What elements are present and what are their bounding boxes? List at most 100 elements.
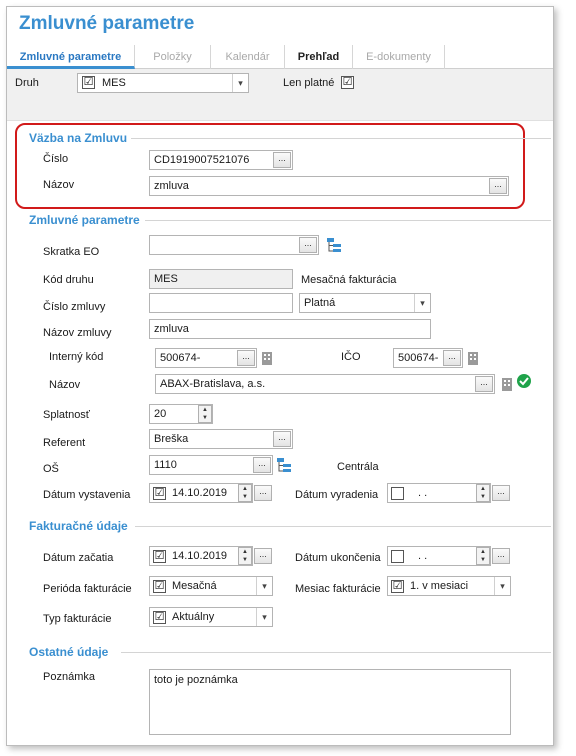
- spin-down-icon[interactable]: ▼: [477, 556, 489, 564]
- spin-down-icon[interactable]: ▼: [477, 493, 489, 501]
- chevron-down-icon[interactable]: ▾: [494, 577, 510, 595]
- referent-field[interactable]: Breška: [149, 429, 293, 449]
- druh-label: Druh: [15, 77, 39, 89]
- nazov-zmluvy-label: Názov zmluvy: [43, 327, 112, 339]
- skratka-label: Skratka EO: [43, 246, 100, 258]
- perioda-select[interactable]: Mesačná ▾: [149, 576, 273, 596]
- poznamka-textarea[interactable]: toto je poznámka: [149, 669, 511, 735]
- partner-nazov-browse-button[interactable]: ...: [475, 376, 493, 392]
- skratka-field[interactable]: [149, 235, 319, 255]
- vazba-cislo-browse-button[interactable]: ...: [273, 152, 291, 168]
- datum-zacatia-spinner[interactable]: ▲ ▼: [238, 547, 252, 565]
- referent-browse-button[interactable]: ...: [273, 431, 291, 447]
- zmluvne-divider: [145, 220, 551, 221]
- datum-vystavenia-calendar-button[interactable]: ...: [254, 485, 272, 501]
- perioda-checkbox[interactable]: ☑: [153, 580, 166, 593]
- kod-druhu-field: MES: [149, 269, 293, 289]
- datum-vystavenia-label: Dátum vystavenia: [43, 489, 131, 501]
- cislo-zmluvy-label: Číslo zmluvy: [43, 301, 106, 313]
- mesiac-label: Mesiac fakturácie: [295, 583, 381, 595]
- window-title: Zmluvné parametre: [19, 13, 195, 34]
- datum-vystavenia-checkbox[interactable]: ☑: [153, 487, 166, 500]
- vazba-cislo-field[interactable]: CD1919007521076: [149, 150, 293, 170]
- nazov-zmluvy-field[interactable]: zmluva: [149, 319, 431, 339]
- tab-zmluvne-parametre[interactable]: Zmluvné parametre: [7, 45, 135, 69]
- datum-ukoncenia-spinner[interactable]: ▲ ▼: [476, 547, 490, 565]
- mesiac-select[interactable]: 1. v mesiaci ▾: [387, 576, 511, 596]
- spin-down-icon[interactable]: ▼: [199, 414, 211, 422]
- partner-nazov-label: Názov: [49, 379, 81, 391]
- interny-kod-browse-button[interactable]: ...: [237, 350, 255, 366]
- tab-prehlad[interactable]: Prehľad: [285, 45, 353, 69]
- tab-kalendar[interactable]: Kalendár: [211, 45, 285, 69]
- druh-checkbox[interactable]: ☑: [82, 76, 95, 89]
- ostatne-group-title: Ostatné údaje: [29, 645, 109, 659]
- cislo-zmluvy-field[interactable]: [149, 293, 293, 313]
- mesiac-checkbox[interactable]: ☑: [391, 580, 404, 593]
- kod-druhu-desc: Mesačná fakturácia: [301, 274, 397, 286]
- druh-value: MES: [102, 77, 126, 89]
- stav-select[interactable]: Platná ▾: [299, 293, 431, 313]
- datum-zacatia-checkbox[interactable]: ☑: [153, 550, 166, 563]
- spin-down-icon[interactable]: ▼: [239, 556, 251, 564]
- perioda-label: Perióda fakturácie: [43, 583, 132, 595]
- datum-ukoncenia-label: Dátum ukončenia: [295, 552, 381, 564]
- spin-up-icon[interactable]: ▲: [477, 485, 489, 493]
- tree-icon[interactable]: [275, 456, 293, 474]
- datum-vyradenia-spinner[interactable]: ▲ ▼: [476, 484, 490, 502]
- vazba-nazov-label: Názov: [43, 179, 75, 191]
- interny-kod-label: Interný kód: [49, 351, 104, 363]
- datum-zacatia-calendar-button[interactable]: ...: [254, 548, 272, 564]
- vazba-group-title: Väzba na Zmluvu: [29, 131, 128, 145]
- len-platne-label: Len platné: [283, 77, 335, 89]
- datum-zacatia-label: Dátum začatia: [43, 552, 114, 564]
- datum-vyradenia-label: Dátum vyradenia: [295, 489, 379, 501]
- chevron-down-icon[interactable]: ▾: [256, 608, 272, 626]
- vazba-divider: [131, 138, 551, 139]
- fakturacne-group-title: Fakturačné údaje: [29, 519, 128, 533]
- chevron-down-icon[interactable]: ▾: [256, 577, 272, 595]
- len-platne-checkbox[interactable]: ☑: [341, 76, 354, 89]
- spin-up-icon[interactable]: ▲: [239, 548, 251, 556]
- spin-up-icon[interactable]: ▲: [239, 485, 251, 493]
- typ-checkbox[interactable]: ☑: [153, 611, 166, 624]
- filter-toolbar: Druh ☑ MES ▾ Len platné ☑: [7, 69, 553, 121]
- tree-icon[interactable]: [325, 236, 343, 254]
- datum-vyradenia-checkbox[interactable]: [391, 487, 404, 500]
- os-browse-button[interactable]: ...: [253, 457, 271, 473]
- os-desc: Centrála: [337, 461, 379, 473]
- typ-label: Typ fakturácie: [43, 613, 112, 625]
- chevron-down-icon[interactable]: ▾: [414, 294, 430, 312]
- datum-ukoncenia-checkbox[interactable]: [391, 550, 404, 563]
- splatnost-spinner[interactable]: ▲ ▼: [198, 405, 212, 423]
- tab-polozky[interactable]: Položky: [135, 45, 211, 69]
- zmluvne-group-title: Zmluvné parametre: [29, 213, 140, 227]
- os-label: OŠ: [43, 463, 59, 475]
- datum-vystavenia-spinner[interactable]: ▲ ▼: [238, 484, 252, 502]
- skratka-browse-button[interactable]: ...: [299, 237, 317, 253]
- tab-e-dokumenty[interactable]: E-dokumenty: [353, 45, 445, 69]
- verified-check-icon: [517, 374, 531, 388]
- vazba-nazov-field[interactable]: zmluva: [149, 176, 509, 196]
- ico-label: IČO: [341, 351, 361, 363]
- vazba-nazov-browse-button[interactable]: ...: [489, 178, 507, 194]
- splatnost-label: Splatnosť: [43, 409, 90, 421]
- tab-bar: Zmluvné parametre Položky Kalendár Prehľ…: [7, 45, 553, 69]
- typ-select[interactable]: Aktuálny ▾: [149, 607, 273, 627]
- referent-label: Referent: [43, 437, 86, 449]
- ico-browse-button[interactable]: ...: [443, 350, 461, 366]
- druh-select[interactable]: ☑ MES ▾: [77, 73, 249, 93]
- spin-down-icon[interactable]: ▼: [239, 493, 251, 501]
- partner-nazov-field[interactable]: ABAX-Bratislava, a.s.: [155, 374, 495, 394]
- stav-value: Platná: [304, 297, 336, 309]
- building-icon[interactable]: [259, 349, 277, 367]
- mesiac-value: 1. v mesiaci: [410, 580, 469, 592]
- datum-vyradenia-calendar-button[interactable]: ...: [492, 485, 510, 501]
- perioda-value: Mesačná: [172, 580, 217, 592]
- building-icon[interactable]: [465, 349, 483, 367]
- datum-ukoncenia-calendar-button[interactable]: ...: [492, 548, 510, 564]
- chevron-down-icon[interactable]: ▾: [232, 74, 248, 92]
- fakturacne-divider: [135, 526, 551, 527]
- spin-up-icon[interactable]: ▲: [477, 548, 489, 556]
- spin-up-icon[interactable]: ▲: [199, 406, 211, 414]
